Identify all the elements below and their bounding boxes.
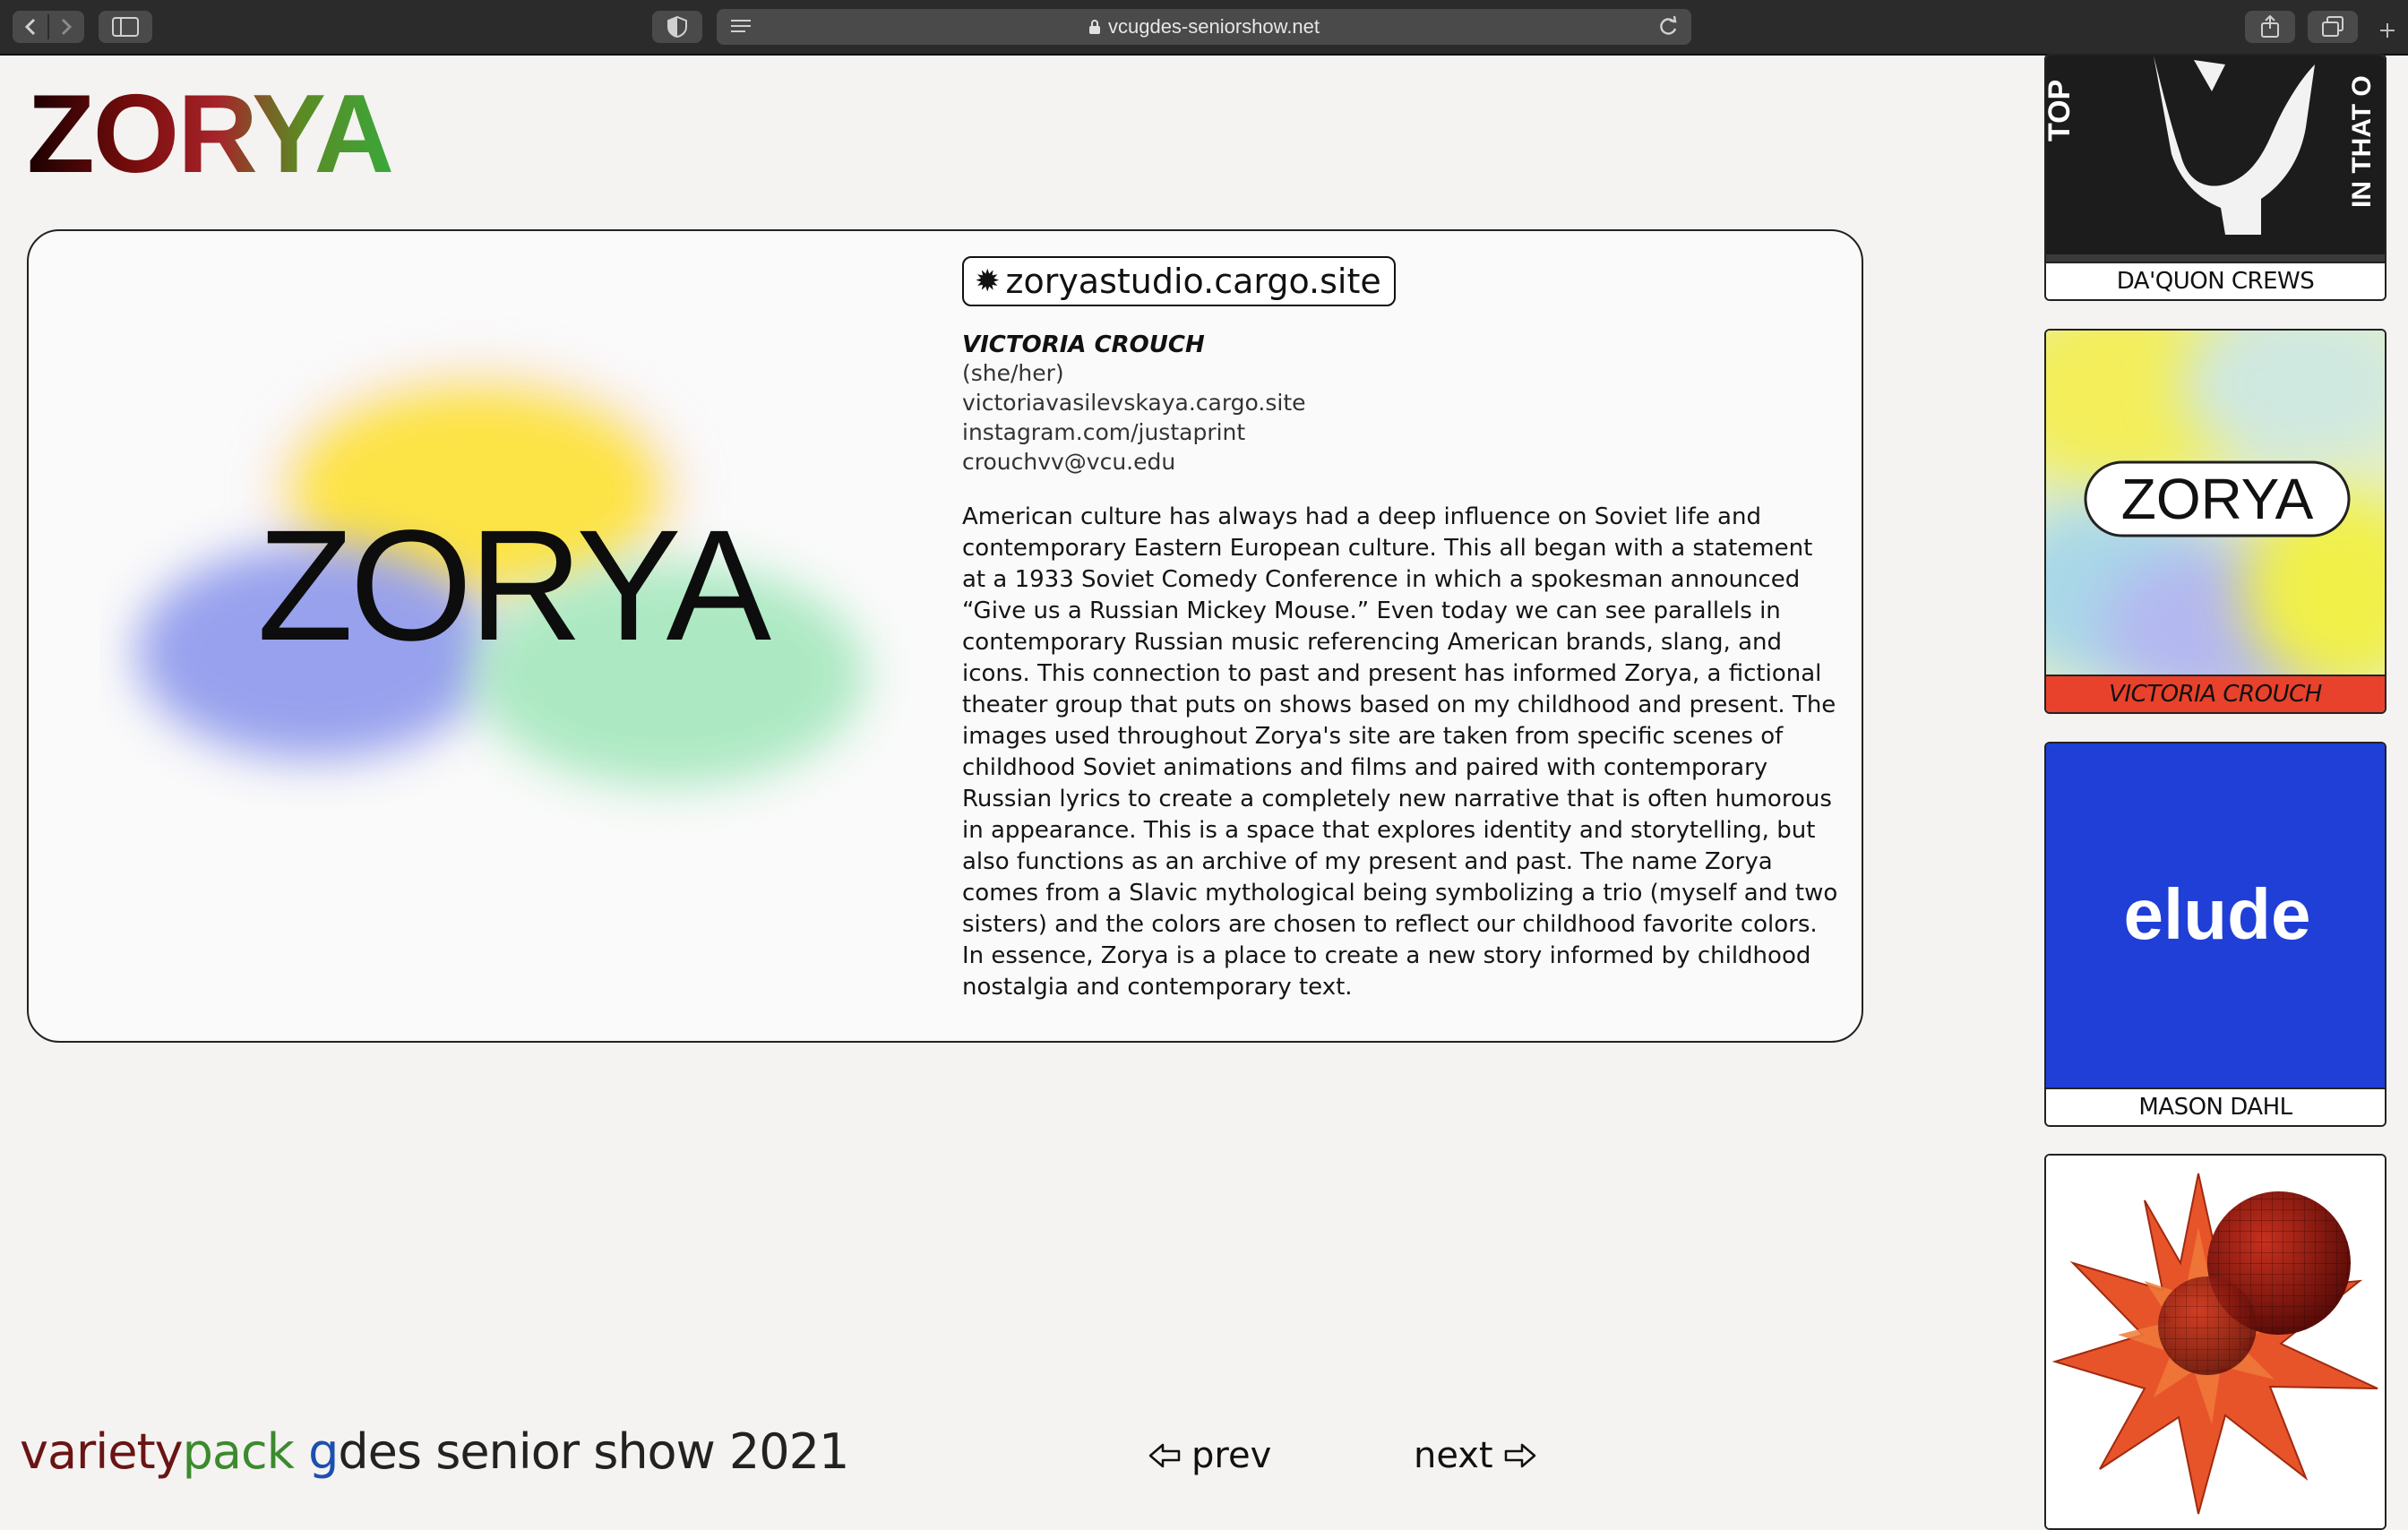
- share-button[interactable]: [2245, 11, 2295, 43]
- thumb-art-text: ZORYA: [2121, 467, 2314, 531]
- shield-icon: [667, 16, 687, 38]
- brand-word-variety: variety: [20, 1423, 184, 1480]
- arrow-left-icon: [1148, 1443, 1181, 1468]
- tabs-icon: [2322, 16, 2344, 37]
- thumb-image: ZORYA: [2046, 331, 2385, 680]
- show-brand[interactable]: varietypack gdes senior show 2021: [20, 1428, 849, 1476]
- sidebar-icon: [112, 17, 139, 37]
- thumb-art-text: elude: [2124, 874, 2311, 954]
- project-description: American culture has always had a deep i…: [962, 502, 1840, 1003]
- url-text: vcugdes-seniorshow.net: [1107, 15, 1320, 38]
- reader-mode-icon[interactable]: [729, 16, 752, 38]
- project-site-label: zoryastudio.cargo.site: [1005, 262, 1381, 301]
- tabs-overview-button[interactable]: [2308, 11, 2358, 43]
- project-site-link[interactable]: ✹ zoryastudio.cargo.site: [962, 256, 1396, 306]
- brand-letter-g: g: [293, 1423, 339, 1480]
- hand-illustration-image: TOP IN THAT O: [2046, 56, 2385, 267]
- elude-logo-image: elude: [2046, 744, 2385, 1093]
- prev-link[interactable]: prev: [1148, 1435, 1271, 1476]
- zorya-gradient-image: ZORYA: [2046, 331, 2385, 680]
- address-bar[interactable]: vcugdes-seniorshow.net: [717, 9, 1691, 45]
- thumb-art-text-side: IN THAT O: [2347, 75, 2377, 208]
- brand-text-rest: des senior show 2021: [338, 1423, 849, 1480]
- project-card: ZORYA ✹ zoryastudio.cargo.site VICTORIA …: [27, 229, 1863, 1043]
- project-logo[interactable]: ZORYA: [27, 79, 394, 190]
- prev-label: prev: [1191, 1435, 1272, 1476]
- thumb-image: elude: [2046, 744, 2385, 1093]
- hero-artwork: ZORYA: [100, 303, 924, 984]
- thumb-caption: VICTORIA CROUCH: [2046, 675, 2385, 712]
- bio-text: American culture has always had a deep i…: [962, 503, 1838, 1001]
- browser-toolbar: vcugdes-seniorshow.net: [0, 0, 2408, 56]
- sidebar-toggle-button[interactable]: [99, 11, 152, 43]
- privacy-shield-button[interactable]: [652, 11, 702, 43]
- reload-icon[interactable]: [1657, 15, 1679, 39]
- student-name: VICTORIA CROUCH: [962, 331, 1205, 358]
- chevron-left-icon[interactable]: [13, 11, 84, 43]
- thumb-caption: MASON DAHL: [2046, 1087, 2385, 1125]
- thumb-victoria-crouch[interactable]: ZORYA VICTORIA CROUCH: [2044, 329, 2386, 714]
- next-link[interactable]: next: [1414, 1435, 1536, 1476]
- hero-title: ZORYA: [256, 498, 771, 674]
- back-forward-buttons[interactable]: [13, 11, 84, 43]
- plus-icon: [2380, 23, 2395, 38]
- thumb-starburst-project[interactable]: [2044, 1154, 2386, 1530]
- student-email-link[interactable]: crouchvv@vcu.edu: [962, 447, 1858, 477]
- arrow-right-icon: [1504, 1443, 1535, 1468]
- thumb-mason-dahl[interactable]: elude MASON DAHL: [2044, 742, 2386, 1127]
- project-info: ✹ zoryastudio.cargo.site VICTORIA CROUCH…: [962, 256, 1858, 1003]
- student-website-link[interactable]: victoriavasilevskaya.cargo.site: [962, 388, 1858, 417]
- thumb-art-text-top: TOP: [2046, 80, 2077, 142]
- student-pronouns: (she/her): [962, 360, 1064, 386]
- lock-icon: [1088, 20, 1100, 34]
- new-tab-button[interactable]: [2374, 18, 2401, 45]
- starburst-spheres-image: [2051, 1173, 2378, 1515]
- brand-word-pack: pack: [182, 1423, 295, 1480]
- next-label: next: [1414, 1435, 1493, 1476]
- starburst-icon: ✹: [975, 263, 1001, 299]
- share-icon: [2261, 15, 2279, 38]
- thumb-caption: DA'QUON CREWS: [2046, 262, 2385, 299]
- thumb-image: [2046, 1156, 2385, 1528]
- thumb-daquon-crews[interactable]: TOP IN THAT O DA'QUON CREWS: [2044, 54, 2386, 301]
- student-instagram-link[interactable]: instagram.com/justaprint: [962, 417, 1858, 447]
- thumb-image: TOP IN THAT O: [2046, 56, 2385, 267]
